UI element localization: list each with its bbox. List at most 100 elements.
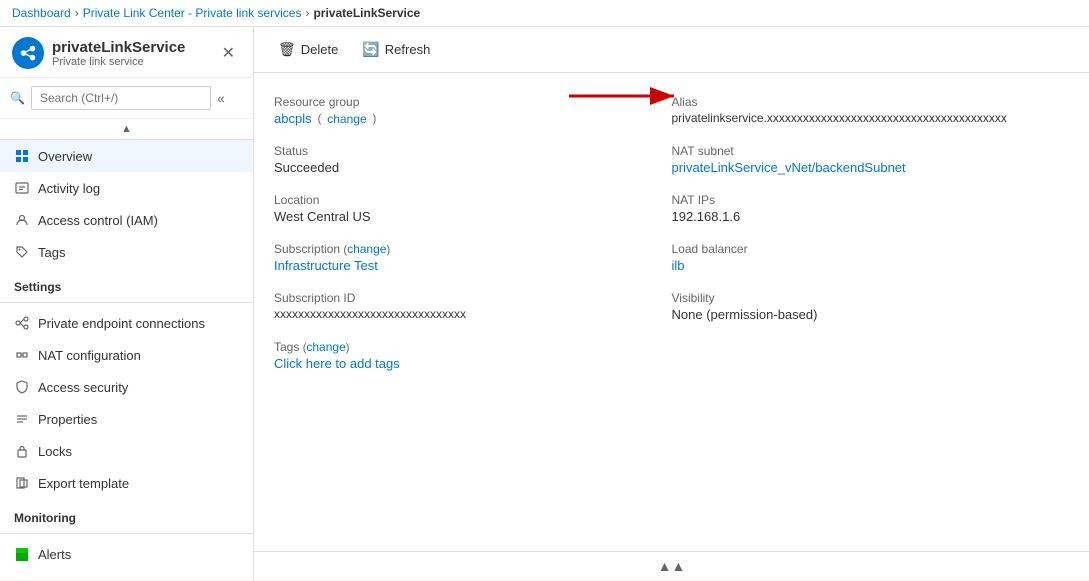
prop-subscription-value[interactable]: Infrastructure Test xyxy=(274,258,378,273)
breadcrumb-item-dashboard[interactable]: Dashboard xyxy=(12,6,71,20)
sidebar-item-access-security-label: Access security xyxy=(38,380,128,395)
prop-load-balancer: Load balancer ilb xyxy=(672,236,1070,285)
prop-alias-label: Alias xyxy=(672,95,1070,109)
search-input[interactable] xyxy=(31,86,211,110)
refresh-button[interactable]: 🔄 Refresh xyxy=(354,37,438,62)
prop-location: Location West Central US xyxy=(274,187,672,236)
refresh-label: Refresh xyxy=(385,42,431,57)
breadcrumb-item-current: privateLinkService xyxy=(313,6,420,20)
monitoring-section-label: Monitoring xyxy=(0,499,253,529)
sidebar-item-access-control-label: Access control (IAM) xyxy=(38,213,158,228)
prop-location-label: Location xyxy=(274,193,672,207)
search-icon: 🔍 xyxy=(10,91,25,105)
prop-subscription-id-label: Subscription ID xyxy=(274,291,672,305)
sidebar-item-nat-config-label: NAT configuration xyxy=(38,348,141,363)
content-area: 🗑 Delete 🔄 Refresh xyxy=(254,27,1089,580)
prop-tags-right-empty xyxy=(672,334,1070,383)
prop-tags-label: Tags (change) xyxy=(274,340,672,354)
resource-icon xyxy=(12,37,44,69)
sidebar-item-tags-label: Tags xyxy=(38,245,65,260)
sidebar-item-tags[interactable]: Tags xyxy=(0,236,253,268)
prop-status-label: Status xyxy=(274,144,672,158)
refresh-icon: 🔄 xyxy=(362,41,379,58)
sidebar-item-locks[interactable]: Locks xyxy=(0,435,253,467)
sidebar-item-metrics-label: Metrics xyxy=(38,579,80,581)
prop-subscription: Subscription (change) Infrastructure Tes… xyxy=(274,236,672,285)
sidebar-item-access-security[interactable]: Access security xyxy=(0,371,253,403)
prop-subscription-label: Subscription (change) xyxy=(274,242,672,256)
close-button[interactable]: ✕ xyxy=(216,41,241,65)
prop-nat-ips-value: 192.168.1.6 xyxy=(672,209,1070,224)
sidebar-item-export-template[interactable]: Export template xyxy=(0,467,253,499)
sidebar-item-overview-label: Overview xyxy=(38,149,92,164)
sidebar-item-alerts-label: Alerts xyxy=(38,547,71,562)
sidebar-item-overview[interactable]: Overview xyxy=(0,140,253,172)
prop-resource-group: Resource group abcpls (change) xyxy=(274,89,672,138)
collapse-section: ▲▲ xyxy=(254,551,1089,580)
breadcrumb-item-private-link[interactable]: Private Link Center - Private link servi… xyxy=(83,6,302,20)
properties-grid: Resource group abcpls (change) Alias pri… xyxy=(254,73,1089,551)
tags-change-link[interactable]: change xyxy=(306,340,345,354)
prop-alias: Alias privatelinkservice.xxxxxxxxxxxxxxx… xyxy=(672,89,1070,138)
prop-tags-add-link[interactable]: Click here to add tags xyxy=(274,356,400,371)
locks-icon xyxy=(14,443,30,459)
sidebar: privateLinkService Private link service … xyxy=(0,27,254,580)
sidebar-item-properties-label: Properties xyxy=(38,412,97,427)
prop-visibility: Visibility None (permission-based) xyxy=(672,285,1070,334)
alerts-icon xyxy=(14,546,30,562)
collapse-sidebar-button[interactable]: « xyxy=(217,90,225,106)
sidebar-item-metrics[interactable]: Metrics xyxy=(0,570,253,580)
export-template-icon xyxy=(14,475,30,491)
prop-nat-ips-label: NAT IPs xyxy=(672,193,1070,207)
prop-nat-subnet: NAT subnet privateLinkService_vNet/backe… xyxy=(672,138,1070,187)
sidebar-item-export-template-label: Export template xyxy=(38,476,129,491)
access-security-icon xyxy=(14,379,30,395)
properties-icon xyxy=(14,411,30,427)
breadcrumb: Dashboard › Private Link Center - Privat… xyxy=(0,0,1089,27)
sidebar-item-locks-label: Locks xyxy=(38,444,72,459)
subscription-change-link[interactable]: change xyxy=(347,242,386,256)
tags-icon xyxy=(14,244,30,260)
delete-button[interactable]: 🗑 Delete xyxy=(270,37,346,62)
settings-section-label: Settings xyxy=(0,268,253,298)
sidebar-item-alerts[interactable]: Alerts xyxy=(0,538,253,570)
prop-nat-subnet-label: NAT subnet xyxy=(672,144,1070,158)
settings-divider xyxy=(0,302,253,303)
prop-nat-subnet-value[interactable]: privateLinkService_vNet/backendSubnet xyxy=(672,160,906,175)
sidebar-item-activity-log[interactable]: Activity log xyxy=(0,172,253,204)
prop-tags: Tags (change) Click here to add tags xyxy=(274,334,672,383)
prop-load-balancer-label: Load balancer xyxy=(672,242,1070,256)
sidebar-item-private-endpoint[interactable]: Private endpoint connections xyxy=(0,307,253,339)
private-endpoint-icon xyxy=(14,315,30,331)
access-control-icon xyxy=(14,212,30,228)
breadcrumb-sep-1: › xyxy=(75,6,79,20)
prop-subscription-id: Subscription ID xxxxxxxxxxxxxxxxxxxxxxxx… xyxy=(274,285,672,334)
prop-resource-group-label: Resource group xyxy=(274,95,672,109)
prop-resource-group-value[interactable]: abcpls xyxy=(274,111,312,126)
sidebar-item-activity-log-label: Activity log xyxy=(38,181,100,196)
monitoring-divider xyxy=(0,533,253,534)
delete-label: Delete xyxy=(301,42,339,57)
nat-config-icon xyxy=(14,347,30,363)
scroll-up-button[interactable]: ▲ xyxy=(119,121,134,137)
activity-log-icon xyxy=(14,180,30,196)
prop-visibility-value: None (permission-based) xyxy=(672,307,1070,322)
sidebar-item-nat-config[interactable]: NAT configuration xyxy=(0,339,253,371)
resource-title: privateLinkService xyxy=(52,39,185,56)
sidebar-item-properties[interactable]: Properties xyxy=(0,403,253,435)
prop-subscription-id-value: xxxxxxxxxxxxxxxxxxxxxxxxxxxxxxxx xyxy=(274,307,672,321)
resource-subtitle: Private link service xyxy=(52,56,185,68)
prop-visibility-label: Visibility xyxy=(672,291,1070,305)
sidebar-item-access-control[interactable]: Access control (IAM) xyxy=(0,204,253,236)
collapse-button[interactable]: ▲▲ xyxy=(658,558,686,574)
prop-load-balancer-value[interactable]: ilb xyxy=(672,258,685,273)
prop-status: Status Succeeded xyxy=(274,138,672,187)
toolbar: 🗑 Delete 🔄 Refresh xyxy=(254,27,1089,73)
prop-location-value: West Central US xyxy=(274,209,672,224)
sidebar-item-private-endpoint-label: Private endpoint connections xyxy=(38,316,205,331)
overview-icon xyxy=(14,148,30,164)
breadcrumb-sep-2: › xyxy=(305,6,309,20)
resource-group-change-link[interactable]: change xyxy=(327,112,366,126)
prop-status-value: Succeeded xyxy=(274,160,672,175)
metrics-icon xyxy=(14,578,30,580)
